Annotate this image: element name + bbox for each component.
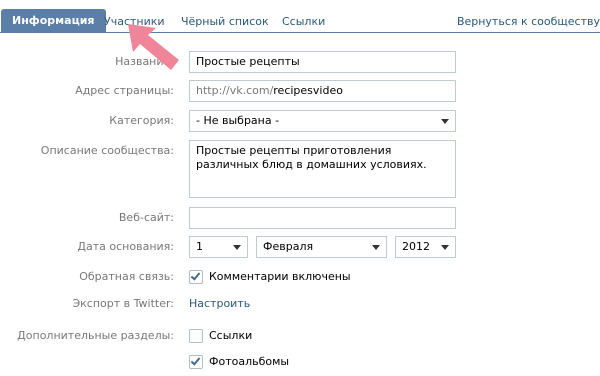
tab-blacklist[interactable]: Чёрный список: [172, 10, 278, 33]
twitter-label: Экспорт в Twitter:: [72, 297, 174, 310]
website-input[interactable]: [189, 207, 456, 229]
founded-month-select[interactable]: Февраля: [256, 236, 387, 258]
extra-sections-label: Дополнительные разделы:: [17, 329, 174, 342]
albums-checkbox[interactable]: [189, 355, 203, 369]
address-input[interactable]: http://vk.com/recipesvideo: [189, 80, 456, 102]
description-label: Описание сообщества:: [40, 144, 174, 157]
twitter-configure-link[interactable]: Настроить: [189, 294, 250, 314]
website-label: Веб-сайт:: [118, 211, 174, 224]
address-prefix: http://vk.com/: [196, 84, 274, 97]
dropdown-arrow-icon: [233, 245, 241, 250]
founded-year-value: 2012: [402, 240, 430, 253]
checkmark-icon: [190, 270, 201, 281]
links-checkbox-label[interactable]: Ссылки: [209, 328, 252, 344]
category-select[interactable]: - Не выбрана -: [189, 110, 456, 132]
address-value: recipesvideo: [273, 84, 343, 97]
dropdown-arrow-icon: [441, 119, 449, 124]
comments-checkbox[interactable]: [189, 270, 203, 284]
tab-info[interactable]: Информация: [1, 9, 106, 33]
tab-links[interactable]: Ссылки: [273, 10, 334, 33]
description-textarea[interactable]: Простые рецепты приготовления различных …: [189, 140, 456, 198]
founded-label: Дата основания:: [77, 240, 174, 253]
founded-year-select[interactable]: 2012: [395, 236, 456, 258]
founded-day-value: 1: [196, 240, 203, 253]
feedback-label: Обратная связь:: [79, 270, 174, 283]
comments-checkbox-label[interactable]: Комментарии включены: [209, 269, 351, 285]
founded-month-value: Февраля: [263, 240, 314, 253]
category-value: - Не выбрана -: [196, 114, 280, 127]
links-checkbox[interactable]: [189, 329, 203, 343]
address-label: Адрес страницы:: [75, 84, 174, 97]
back-to-community-link[interactable]: Вернуться к сообществу: [457, 10, 600, 33]
dropdown-arrow-icon: [441, 245, 449, 250]
founded-day-select[interactable]: 1: [189, 236, 248, 258]
albums-checkbox-label[interactable]: Фотоальбомы: [209, 354, 289, 370]
checkmark-icon: [190, 355, 201, 366]
dropdown-arrow-icon: [372, 245, 380, 250]
tab-bar: Информация Участники Чёрный список Ссылк…: [0, 0, 600, 33]
name-input[interactable]: Простые рецепты: [189, 51, 456, 73]
category-label: Категория:: [109, 114, 174, 127]
pink-arrow-icon: [128, 24, 179, 70]
